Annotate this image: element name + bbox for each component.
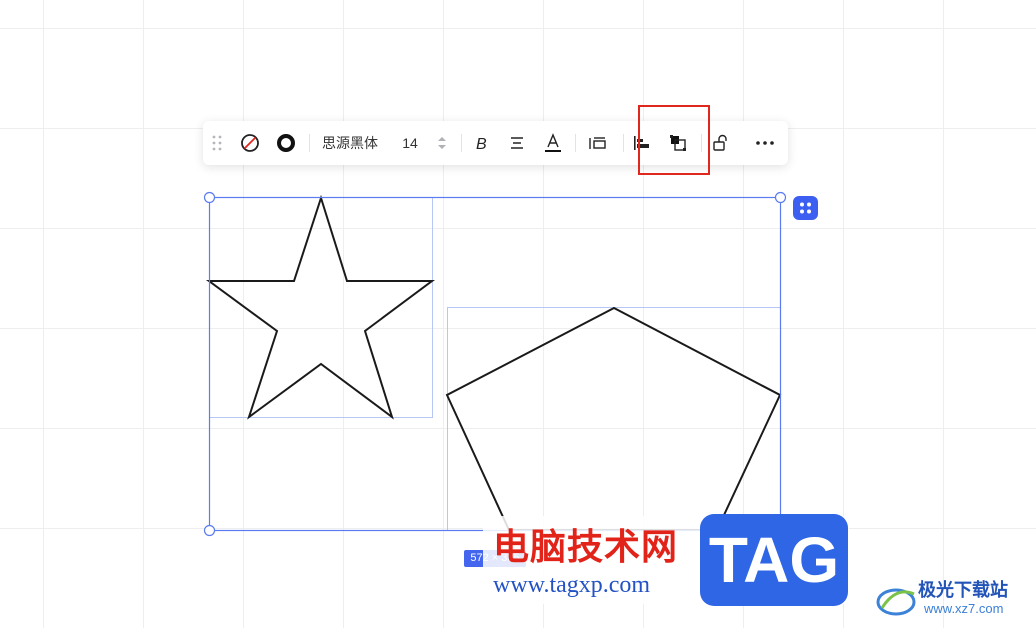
resize-handle-top-right bbox=[774, 191, 787, 204]
star-bounding-box bbox=[209, 197, 433, 418]
watermark-url: www.tagxp.com bbox=[493, 572, 651, 598]
pentagon-bounding-box bbox=[447, 307, 781, 531]
watermark-logo-url: www.xz7.com bbox=[924, 601, 1004, 616]
watermark-tag-logo: TAG bbox=[700, 514, 848, 606]
selection-frame bbox=[208, 196, 782, 532]
watermark-title: 电脑技术网 bbox=[493, 527, 679, 568]
watermark-logo-name: 极光下载站 bbox=[918, 580, 1008, 601]
resize-handle-top-left bbox=[203, 191, 216, 204]
resize-handle-bottom-left bbox=[203, 524, 216, 537]
star-shape bbox=[205, 194, 436, 420]
pentagon-shape bbox=[445, 306, 782, 531]
quick-actions-icon[interactable] bbox=[793, 196, 818, 220]
